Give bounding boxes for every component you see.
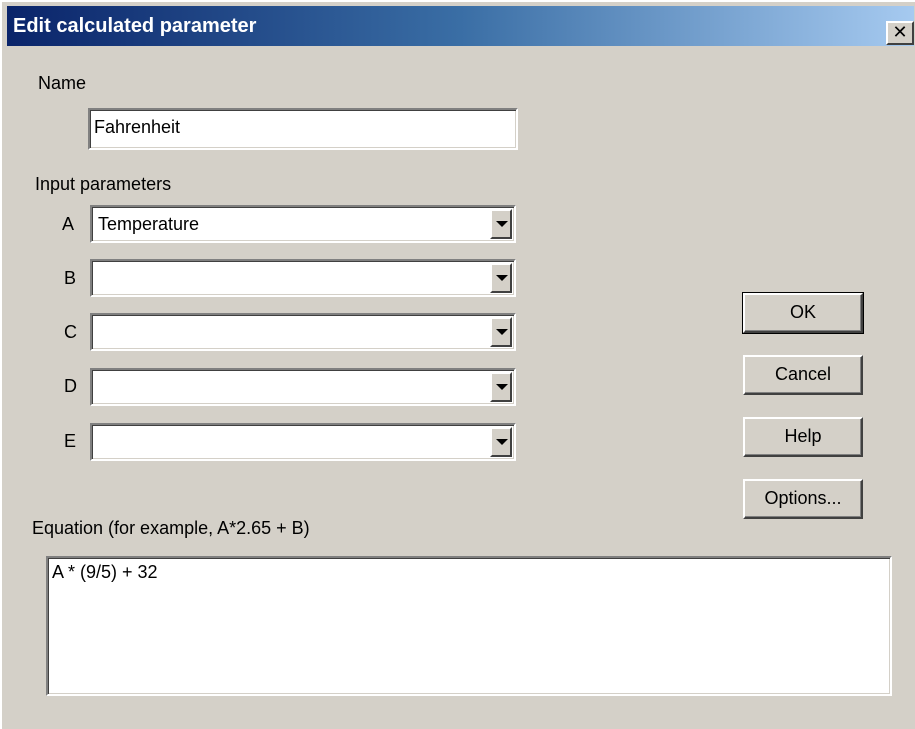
window-title: Edit calculated parameter xyxy=(13,15,257,37)
param-e-letter: E xyxy=(64,431,77,451)
chevron-down-icon xyxy=(496,439,508,445)
param-d-letter: D xyxy=(64,376,77,396)
title-bar[interactable]: Edit calculated parameter ✕ xyxy=(7,6,914,46)
name-field[interactable] xyxy=(94,114,504,140)
param-b-combobox[interactable] xyxy=(90,259,516,297)
param-a-value: Temperature xyxy=(98,214,200,234)
help-button[interactable]: Help xyxy=(743,417,863,457)
param-b-letter: B xyxy=(64,268,77,288)
ok-button[interactable]: OK xyxy=(742,292,864,334)
options-button[interactable]: Options... xyxy=(743,479,863,519)
equation-label: Equation (for example, A*2.65 + B) xyxy=(32,518,310,538)
close-icon: ✕ xyxy=(892,22,908,42)
param-c-letter: C xyxy=(64,322,77,342)
param-d-dropdown-button[interactable] xyxy=(490,372,512,402)
equation-field[interactable]: A * (9/5) + 32 xyxy=(52,562,886,688)
chevron-down-icon xyxy=(496,329,508,335)
equation-box[interactable]: A * (9/5) + 32 xyxy=(46,556,892,696)
chevron-down-icon xyxy=(496,275,508,281)
param-e-combobox[interactable] xyxy=(90,423,516,461)
param-a-dropdown-button[interactable] xyxy=(490,209,512,239)
chevron-down-icon xyxy=(496,221,508,227)
param-e-dropdown-button[interactable] xyxy=(490,427,512,457)
name-field-box[interactable] xyxy=(88,108,518,150)
chevron-down-icon xyxy=(496,384,508,390)
param-c-combobox[interactable] xyxy=(90,313,516,351)
close-button[interactable]: ✕ xyxy=(886,21,914,45)
input-parameters-label: Input parameters xyxy=(35,174,172,194)
param-a-combobox[interactable]: Temperature xyxy=(90,205,516,243)
name-label: Name xyxy=(38,73,87,93)
param-c-dropdown-button[interactable] xyxy=(490,317,512,347)
param-a-letter: A xyxy=(62,214,75,234)
param-d-combobox[interactable] xyxy=(90,368,516,406)
dialog-window: Edit calculated parameter ✕ Name Input p… xyxy=(0,0,915,729)
cancel-button[interactable]: Cancel xyxy=(743,355,863,395)
param-b-dropdown-button[interactable] xyxy=(490,263,512,293)
